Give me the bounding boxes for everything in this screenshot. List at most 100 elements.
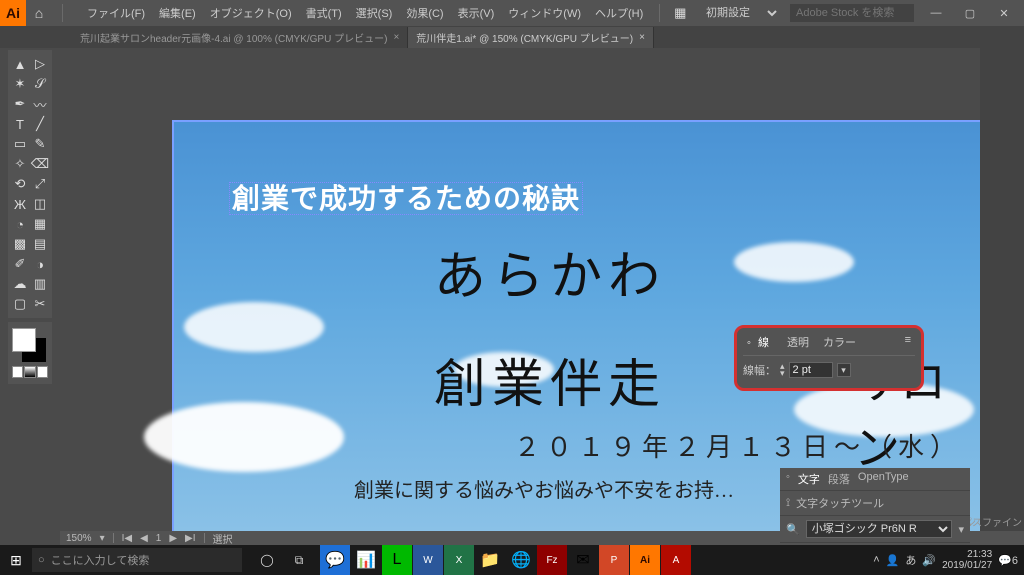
stepper-icon[interactable]: ▴▾ xyxy=(780,363,785,377)
char-tab[interactable]: 文字 xyxy=(798,471,820,487)
adobe-stock-search[interactable] xyxy=(790,4,914,22)
menu-type[interactable]: 書式(T) xyxy=(300,1,348,25)
canvas[interactable]: 創業で成功するための秘訣 あらかわ 創業伴走 サロン ２０１９年２月１３日～（水… xyxy=(60,50,1024,531)
magic-wand-icon[interactable]: ✶ xyxy=(10,74,30,94)
fill-swatch[interactable] xyxy=(12,328,36,352)
window-minimize[interactable]: — xyxy=(924,6,948,20)
direct-select-icon[interactable]: ▷ xyxy=(30,54,50,74)
artwork-date[interactable]: ２０１９年２月１３日～（水） xyxy=(514,427,962,464)
cortana-icon[interactable]: ◯ xyxy=(252,545,282,575)
taskbar-app-ai[interactable]: Ai xyxy=(630,545,660,575)
pen-tool-icon[interactable]: ✒ xyxy=(10,94,30,114)
artwork-line1[interactable]: あらかわ xyxy=(434,234,666,309)
taskbar-app[interactable]: 📁 xyxy=(475,545,505,575)
doc-tab-2[interactable]: 荒川伴走1.ai* @ 150% (CMYK/GPU プレビュー) × xyxy=(408,27,654,48)
artwork-line2[interactable]: 創業伴走 xyxy=(434,342,666,417)
menu-select[interactable]: 選択(S) xyxy=(350,1,399,25)
nav-first-icon[interactable]: I◀ xyxy=(122,533,132,544)
type-tool-icon[interactable]: T xyxy=(10,114,30,134)
start-button[interactable]: ⊞ xyxy=(0,545,32,575)
perspective-icon[interactable]: ▦ xyxy=(30,214,50,234)
taskbar-app[interactable]: A xyxy=(661,545,691,575)
notification-icon[interactable]: 💬6 xyxy=(998,554,1018,567)
ime-indicator[interactable]: あ xyxy=(905,552,916,568)
menu-object[interactable]: オブジェクト(O) xyxy=(204,1,298,25)
close-icon[interactable]: × xyxy=(393,32,399,43)
eraser-icon[interactable]: ⌫ xyxy=(30,154,50,174)
layout-icon[interactable]: ▦ xyxy=(670,3,690,23)
brush-tool-icon[interactable]: ✎ xyxy=(30,134,50,154)
font-family-select[interactable]: 小塚ゴシック Pr6N R xyxy=(806,520,953,538)
doc-tab-1[interactable]: 荒川起業サロンheader元画像-4.ai @ 100% (CMYK/GPU プ… xyxy=(72,27,408,48)
selection-tool-icon[interactable]: ▲ xyxy=(10,54,30,74)
taskbar-app[interactable]: X xyxy=(444,545,474,575)
artwork-subline[interactable]: 創業に関する悩みやお悩みや不安をお持… xyxy=(354,474,734,503)
width-icon[interactable]: Ж xyxy=(10,194,30,214)
menu-help[interactable]: ヘルプ(H) xyxy=(589,1,649,25)
transparency-tab[interactable]: 透明 xyxy=(783,332,813,352)
symbol-spray-icon[interactable]: ☁ xyxy=(10,274,30,294)
taskbar-app[interactable]: W xyxy=(413,545,443,575)
task-view-icon[interactable]: ⧉ xyxy=(284,545,314,575)
scale-icon[interactable]: ⤢ xyxy=(30,174,50,194)
nav-last-icon[interactable]: ▶I xyxy=(185,533,195,544)
shape-builder-icon[interactable]: ◔ xyxy=(10,214,30,234)
chevron-down-icon[interactable]: ▾ xyxy=(837,363,851,377)
taskbar-app[interactable]: ✉ xyxy=(568,545,598,575)
color-tab[interactable]: カラー xyxy=(819,332,860,352)
zoom-level[interactable]: 150% xyxy=(66,533,92,544)
taskbar-app[interactable]: 💬 xyxy=(320,545,350,575)
taskbar-clock[interactable]: 21:33 2019/01/27 xyxy=(942,549,992,571)
taskbar-app[interactable]: Fz xyxy=(537,545,567,575)
taskbar-search[interactable]: ○ ここに入力して検索 xyxy=(32,548,242,572)
artboard-icon[interactable]: ▢ xyxy=(10,294,30,314)
stroke-weight-input[interactable] xyxy=(789,362,833,378)
menu-view[interactable]: 表示(V) xyxy=(452,1,501,25)
gradient-mode-icon[interactable] xyxy=(24,366,35,378)
chevron-down-icon[interactable]: ▾ xyxy=(958,523,964,536)
menu-window[interactable]: ウィンドウ(W) xyxy=(502,1,587,25)
chevron-down-icon[interactable]: ▾ xyxy=(100,533,105,544)
rect-tool-icon[interactable]: ▭ xyxy=(10,134,30,154)
rotate-icon[interactable]: ⟲ xyxy=(10,174,30,194)
menu-effect[interactable]: 効果(C) xyxy=(400,1,449,25)
window-maximize[interactable]: ▢ xyxy=(958,6,982,20)
taskbar-app[interactable]: L xyxy=(382,545,412,575)
tray-chevron-icon[interactable]: ˄ xyxy=(873,554,879,566)
free-transform-icon[interactable]: ◫ xyxy=(30,194,50,214)
window-close[interactable]: ✕ xyxy=(992,6,1016,20)
shaper-icon[interactable]: ✧ xyxy=(10,154,30,174)
opentype-tab[interactable]: OpenType xyxy=(858,471,909,487)
graph-icon[interactable]: ▥ xyxy=(30,274,50,294)
menu-edit[interactable]: 編集(E) xyxy=(153,1,202,25)
touch-type-tool[interactable]: ⟟ 文字タッチツール xyxy=(780,491,970,516)
app-icon[interactable]: Ai xyxy=(0,0,26,26)
tray-people-icon[interactable]: 👤 xyxy=(886,554,900,567)
panel-menu-icon[interactable]: ≡ xyxy=(901,332,915,352)
close-icon[interactable]: × xyxy=(639,32,645,43)
char-panel-collapse-icon[interactable]: ◦ xyxy=(786,471,790,487)
menu-file[interactable]: ファイル(F) xyxy=(81,1,151,25)
slice-icon[interactable]: ✂ xyxy=(30,294,50,314)
workspace-dropdown[interactable]: 初期設定 xyxy=(698,4,780,22)
lasso-icon[interactable]: 𝒮 xyxy=(30,74,50,94)
taskbar-app[interactable]: 🌐 xyxy=(506,545,536,575)
nav-next-icon[interactable]: ▶ xyxy=(169,533,177,544)
gradient-icon[interactable]: ▤ xyxy=(30,234,50,254)
mesh-icon[interactable]: ▩ xyxy=(10,234,30,254)
tray-network-icon[interactable]: 🔊 xyxy=(922,554,936,567)
nav-prev-icon[interactable]: ◀ xyxy=(140,533,148,544)
color-mode-icon[interactable] xyxy=(12,366,23,378)
blend-icon[interactable]: ◑ xyxy=(30,254,50,274)
taskbar-app[interactable]: 📊 xyxy=(351,545,381,575)
taskbar-app[interactable]: P xyxy=(599,545,629,575)
right-panel-strip[interactable] xyxy=(980,26,1024,545)
paragraph-tab[interactable]: 段落 xyxy=(828,471,850,487)
curvature-icon[interactable]: 〰 xyxy=(30,94,50,114)
eyedropper-icon[interactable]: ✐ xyxy=(10,254,30,274)
home-icon[interactable]: ⌂ xyxy=(26,5,52,21)
line-tool-icon[interactable]: ╱ xyxy=(30,114,50,134)
stroke-tab[interactable]: ◦ 線 xyxy=(743,332,777,352)
headline-white-text[interactable]: 創業で成功するための秘訣 xyxy=(229,177,583,217)
none-mode-icon[interactable] xyxy=(37,366,48,378)
